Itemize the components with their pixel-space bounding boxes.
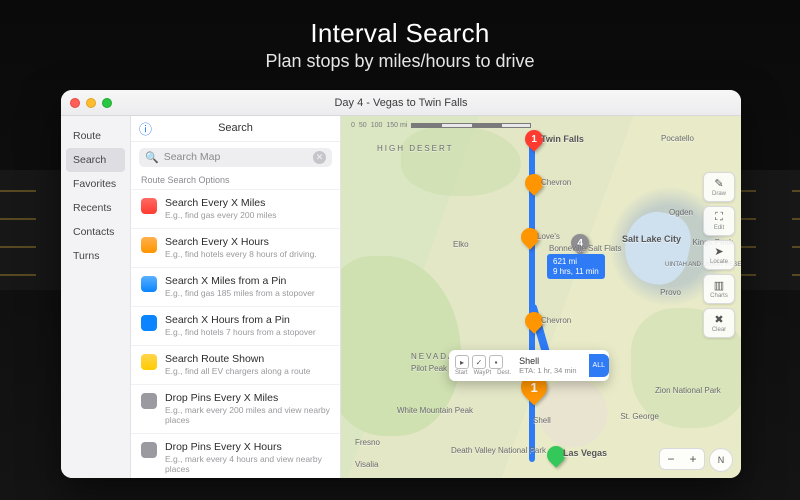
zoom-out-button[interactable]: − (660, 449, 682, 469)
option-subtitle: E.g., find hotels 7 hours from a stopove… (165, 327, 316, 337)
label-las-vegas: Las Vegas (563, 448, 607, 458)
search-input[interactable]: 🔍 Search Map ✕ (139, 148, 332, 168)
option-subtitle: E.g., mark every 200 miles and view near… (165, 405, 330, 425)
label-salt-lake: Salt Lake City (622, 234, 681, 244)
map-tool-draw[interactable]: ✎Draw (703, 172, 735, 202)
option-title: Search X Miles from a Pin (165, 275, 315, 287)
map-tool-charts[interactable]: ▥Charts (703, 274, 735, 304)
locate-icon: ➤ (714, 245, 723, 258)
zoom-control[interactable]: − + (659, 448, 705, 470)
option-icon (141, 237, 157, 253)
option-icon (141, 198, 157, 214)
option-subtitle: E.g., find gas every 200 miles (165, 210, 277, 220)
draw-icon: ✎ (714, 177, 723, 190)
option-title: Search X Hours from a Pin (165, 314, 316, 326)
option-subtitle: E.g., mark every 4 hours and view nearby… (165, 454, 330, 474)
label-elko: Elko (453, 240, 469, 249)
route-distance-badge: 621 mi 9 hrs, 11 min (547, 254, 605, 279)
hero-subtitle: Plan stops by miles/hours to drive (0, 51, 800, 72)
search-option-6[interactable]: Drop Pins Every X HoursE.g., mark every … (131, 433, 340, 478)
label-chevron-2: Chevron (541, 316, 571, 325)
label-chevron-1: Chevron (541, 178, 571, 187)
sidebar-item-recents[interactable]: Recents (61, 196, 130, 220)
edit-icon: ⛶ (715, 211, 723, 224)
titlebar: Day 4 - Vegas to Twin Falls (61, 90, 741, 116)
stop-popover[interactable]: ▸ ✓ ▪ Start WayPt Dest. Shell ETA: 1 hr,… (449, 350, 609, 381)
map-tools: ✎Draw ⛶Edit ➤Locate ▥Charts ✖Clear (703, 172, 735, 338)
map-tool-edit[interactable]: ⛶Edit (703, 206, 735, 236)
search-option-5[interactable]: Drop Pins Every X MilesE.g., mark every … (131, 384, 340, 433)
label-bonneville: Bonneville Salt Flats (549, 244, 621, 253)
label-fresno: Fresno (355, 438, 380, 447)
label-high-desert: HIGH DESERT (377, 144, 454, 153)
map-tool-locate[interactable]: ➤Locate (703, 240, 735, 270)
label-st-george: St. George (620, 412, 659, 421)
label-loves: Love's (537, 232, 560, 241)
option-subtitle: E.g., find hotels every 8 hours of drivi… (165, 249, 317, 259)
option-icon (141, 354, 157, 370)
app-window: Day 4 - Vegas to Twin Falls RouteSearchF… (61, 90, 741, 478)
map-scale: 0 50 100 150 mi (351, 122, 531, 129)
option-title: Search Every X Hours (165, 236, 317, 248)
popover-subtitle: ETA: 1 hr, 34 min (519, 366, 576, 375)
sidebar-item-favorites[interactable]: Favorites (61, 172, 130, 196)
window-title: Day 4 - Vegas to Twin Falls (61, 97, 741, 109)
option-icon (141, 276, 157, 292)
popover-title: Shell (519, 356, 576, 366)
search-option-2[interactable]: Search X Miles from a PinE.g., find gas … (131, 267, 340, 306)
section-label: Route Search Options (131, 173, 340, 189)
search-placeholder: Search Map (164, 151, 221, 163)
label-ogden: Ogden (669, 208, 693, 217)
option-subtitle: E.g., find all EV chargers along a route (165, 366, 311, 376)
label-shell: Shell (533, 416, 551, 425)
search-pane-title: Search (218, 122, 253, 134)
sidebar-item-search[interactable]: Search (66, 148, 125, 172)
label-white-mountain: White Mountain Peak (397, 406, 447, 415)
info-icon[interactable]: ⓘ (139, 119, 152, 138)
clear-icon: ✖ (714, 313, 723, 326)
hero-title: Interval Search (0, 18, 800, 49)
sidebar-item-route[interactable]: Route (61, 124, 130, 148)
option-title: Drop Pins Every X Miles (165, 392, 330, 404)
search-option-4[interactable]: Search Route ShownE.g., find all EV char… (131, 345, 340, 384)
option-icon (141, 315, 157, 331)
label-pocatello: Pocatello (661, 134, 694, 143)
option-subtitle: E.g., find gas 185 miles from a stopover (165, 288, 315, 298)
map-tool-clear[interactable]: ✖Clear (703, 308, 735, 338)
search-pane: ⓘ Search 🔍 Search Map ✕ Route Search Opt… (131, 116, 341, 478)
option-title: Search Route Shown (165, 353, 311, 365)
popover-all-button[interactable]: ALL (589, 354, 609, 377)
dest-icon[interactable]: ▪ (489, 355, 503, 369)
charts-icon: ▥ (714, 279, 724, 292)
label-zion: Zion National Park (655, 386, 703, 395)
sidebar: RouteSearchFavoritesRecentsContactsTurns (61, 116, 131, 478)
option-title: Drop Pins Every X Hours (165, 441, 330, 453)
sidebar-item-contacts[interactable]: Contacts (61, 220, 130, 244)
search-option-3[interactable]: Search X Hours from a PinE.g., find hote… (131, 306, 340, 345)
label-twin-falls: Twin Falls (541, 134, 584, 144)
label-pilot-peak: Pilot Peak (411, 364, 447, 373)
search-option-0[interactable]: Search Every X MilesE.g., find gas every… (131, 189, 340, 228)
zoom-in-button[interactable]: + (682, 449, 704, 469)
start-icon[interactable]: ▸ (455, 355, 469, 369)
search-icon: 🔍 (145, 151, 159, 164)
option-icon (141, 442, 157, 458)
clear-search-icon[interactable]: ✕ (313, 151, 326, 164)
compass-icon[interactable]: N (709, 448, 733, 472)
label-provo: Provo (660, 288, 681, 297)
label-death-valley: Death Valley National Park (451, 446, 511, 455)
map[interactable]: 0 50 100 150 mi 1 4 1 HIGH DESERT T (341, 116, 741, 478)
route-search-options: Search Every X MilesE.g., find gas every… (131, 189, 340, 478)
label-visalia: Visalia (355, 460, 378, 469)
option-title: Search Every X Miles (165, 197, 277, 209)
waypoint-icon[interactable]: ✓ (472, 355, 486, 369)
search-option-1[interactable]: Search Every X HoursE.g., find hotels ev… (131, 228, 340, 267)
sidebar-item-turns[interactable]: Turns (61, 244, 130, 268)
option-icon (141, 393, 157, 409)
